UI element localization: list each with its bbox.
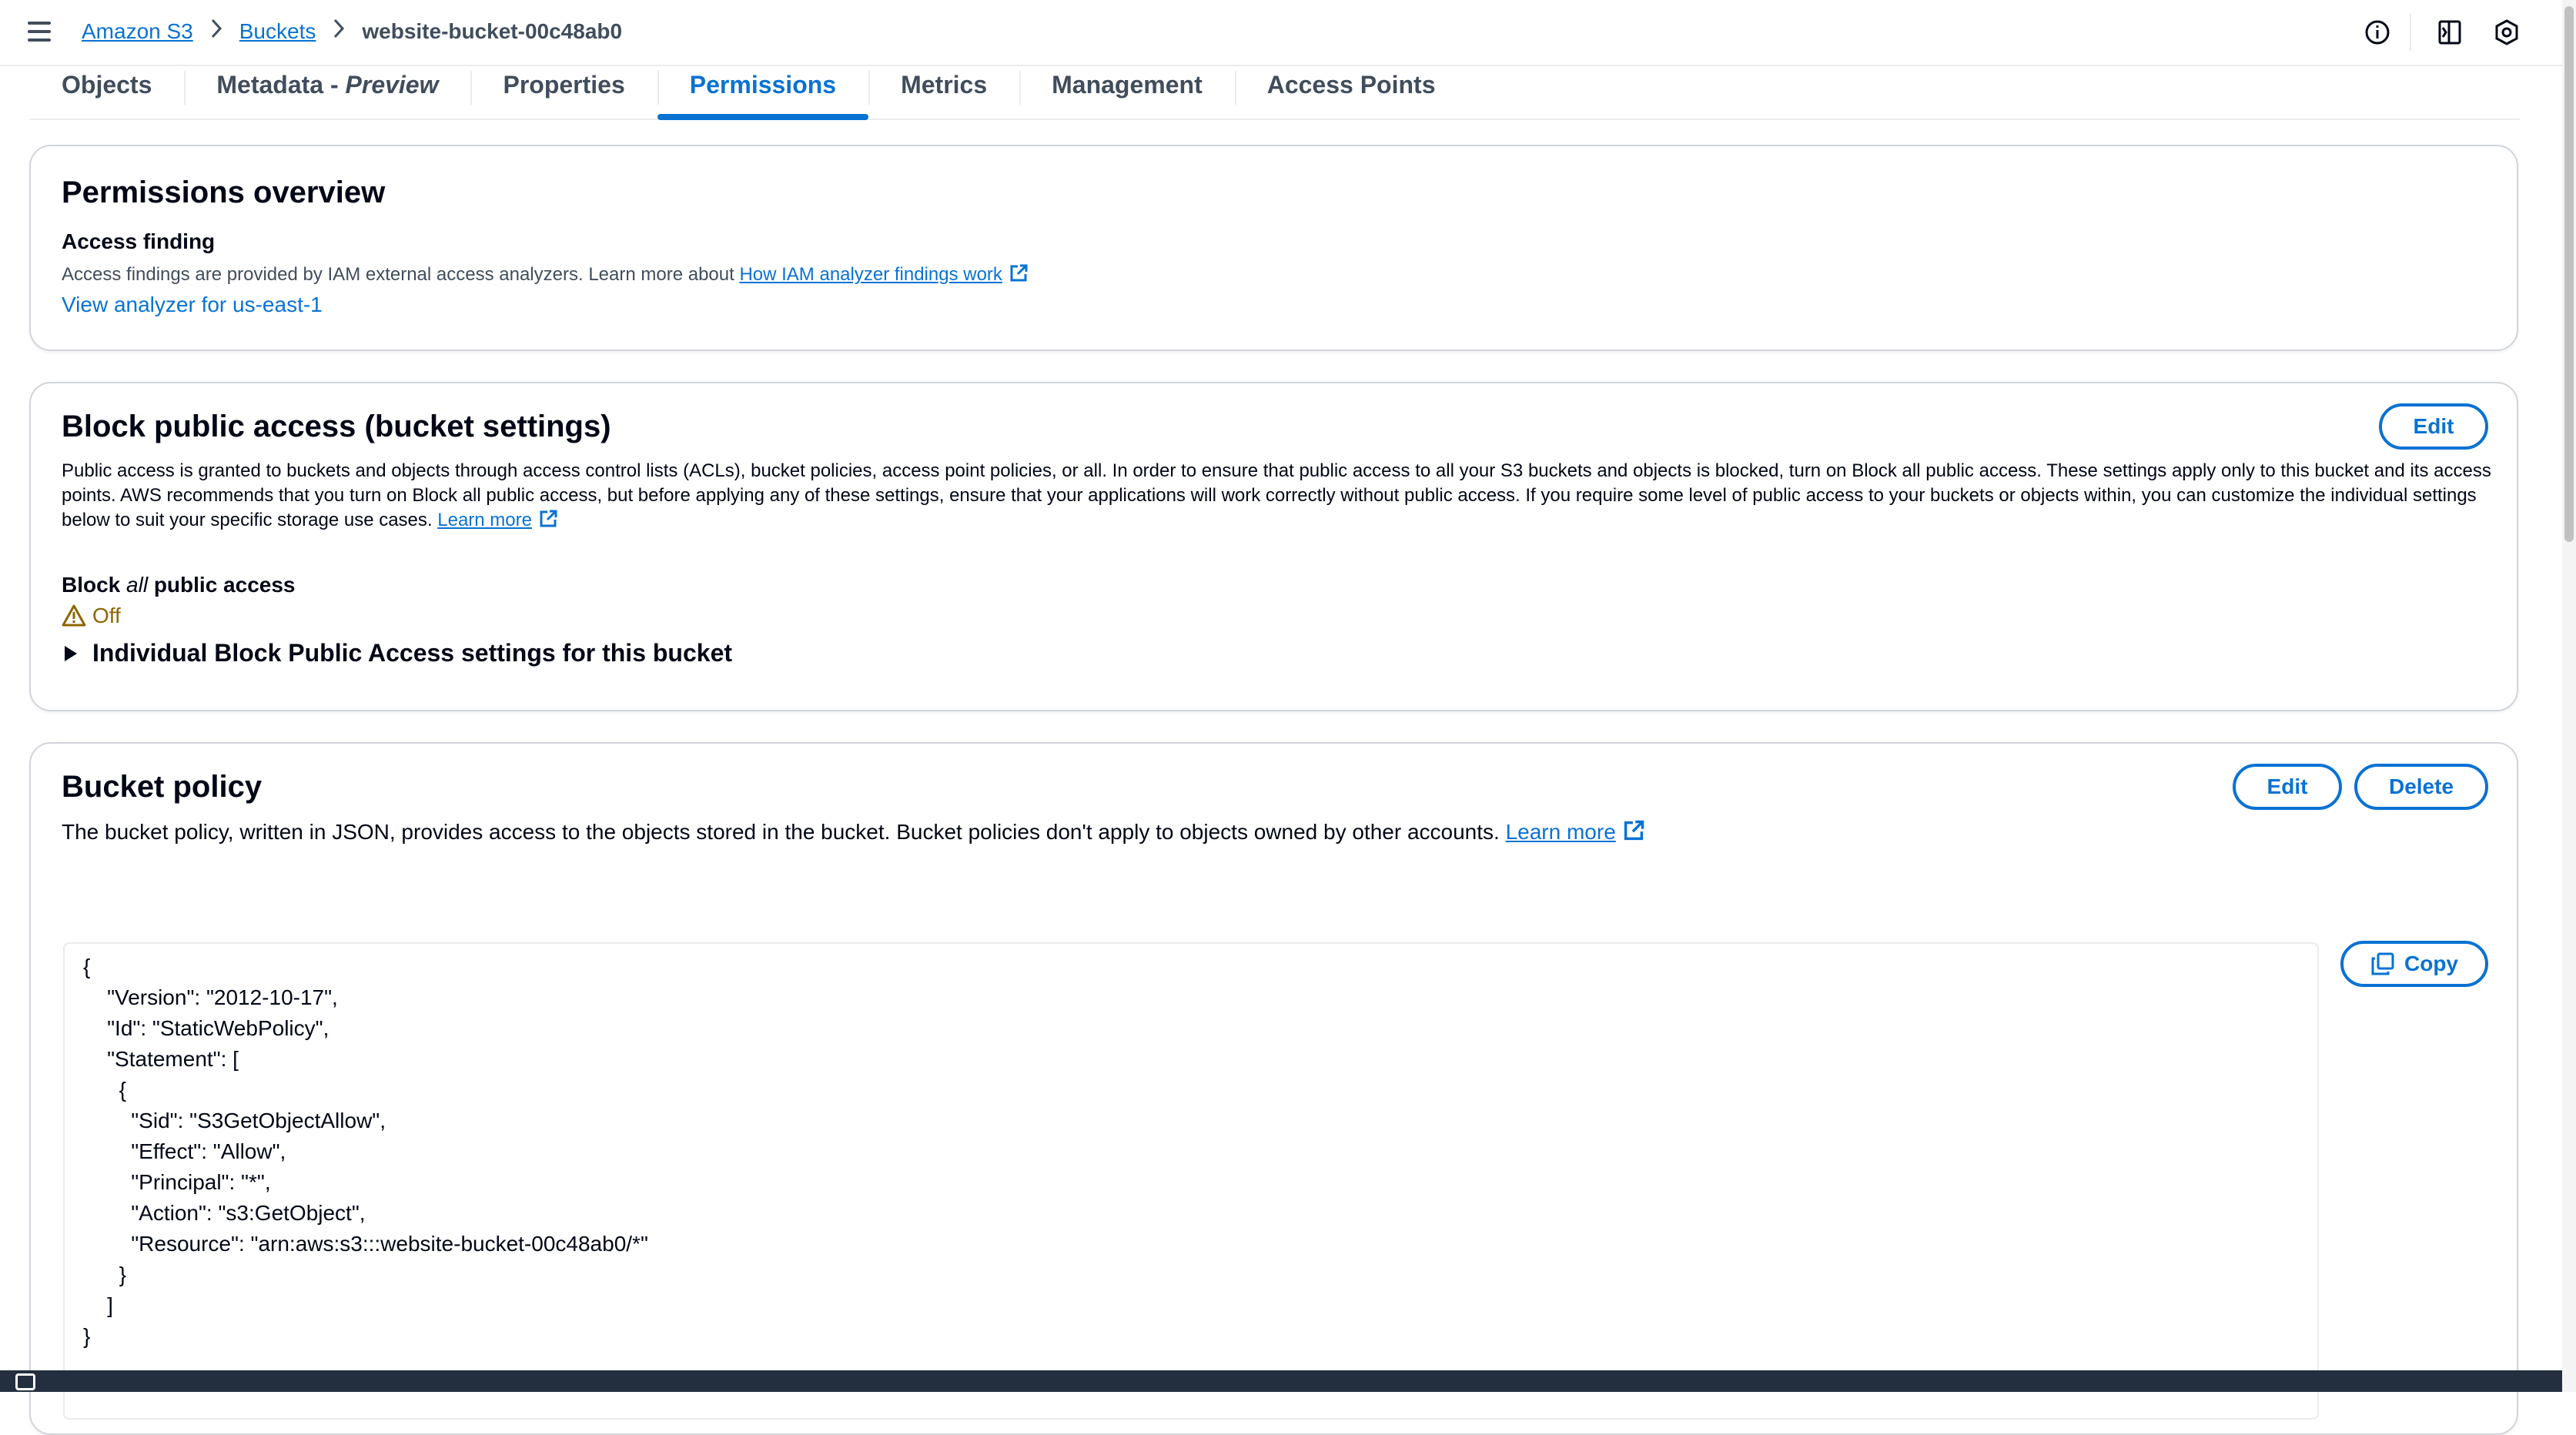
block-public-access-panel: Block public access (bucket settings) Ed… [29,382,2518,711]
tab-metadata[interactable]: Metadata - Preview [184,65,470,119]
copy-icon [2371,952,2394,975]
panel-title: Bucket policy [62,770,263,804]
caret-right-icon [65,645,77,661]
split-panel-icon[interactable] [2436,18,2464,46]
edit-button[interactable]: Edit [2233,764,2342,810]
block-public-access-description: Public access is granted to buckets and … [62,459,2502,533]
tab-label: Properties [503,71,625,99]
tab-label: Metadata - [216,71,346,99]
label-text: Block [62,573,127,597]
individual-settings-expander[interactable]: Individual Block Public Access settings … [62,639,732,667]
label-emphasis: all [126,573,149,597]
tab-permissions[interactable]: Permissions [657,65,869,120]
link-text: How IAM analyzer findings work [739,264,1002,285]
external-link-icon [540,510,557,527]
tab-label: Objects [62,71,152,99]
copy-button[interactable]: Copy [2340,941,2488,987]
label-text: public access [148,573,296,597]
tab-list: Objects Metadata - Preview Properties Pe… [29,65,2520,120]
warning-icon [62,604,86,627]
access-finding-label: Access finding [62,229,216,253]
tab-label: Access Points [1266,71,1436,99]
chevron-right-icon [333,18,345,44]
hamburger-menu-icon[interactable] [26,20,54,43]
console-footer [0,1370,2562,1392]
edit-button[interactable]: Edit [2379,403,2488,450]
tab-metrics[interactable]: Metrics [868,65,1019,119]
panel-title: Block public access (bucket settings) [62,410,611,443]
access-finding-description: Access findings are provided by IAM exte… [62,263,1029,286]
tab-label: Metrics [901,71,988,99]
status-text: Off [92,604,121,627]
block-all-public-access-label: Block all public access [62,573,295,597]
bucket-policy-description: The bucket policy, written in JSON, prov… [62,819,1645,845]
tab-management[interactable]: Management [1019,65,1235,119]
tab-properties[interactable]: Properties [470,65,657,119]
cloudshell-icon[interactable] [15,1373,35,1390]
tab-label: Permissions [689,71,837,99]
learn-more-link[interactable]: Learn more [1506,820,1645,844]
tab-label-suffix: Preview [345,71,439,99]
copy-label: Copy [2404,952,2458,975]
policy-json: { "Version": "2012-10-17", "Id": "Static… [83,955,648,1348]
learn-more-link[interactable]: Learn more [437,510,558,530]
breadcrumb: Amazon S3 Buckets website-bucket-00c48ab… [82,18,622,44]
scrollbar-thumb[interactable] [2564,6,2574,542]
permissions-overview-panel: Permissions overview Access finding Acce… [29,145,2518,351]
expander-label: Individual Block Public Access settings … [92,639,733,667]
view-analyzer-link[interactable]: View analyzer for us-east-1 [62,293,323,317]
delete-button[interactable]: Delete [2354,764,2488,810]
vertical-scrollbar[interactable] [2562,0,2576,1392]
breadcrumb-amazon-s3[interactable]: Amazon S3 [82,19,193,44]
link-text: Learn more [437,510,532,530]
tab-access-points[interactable]: Access Points [1234,65,1468,119]
chevron-right-icon [210,18,222,44]
iam-analyzer-link[interactable]: How IAM analyzer findings work [739,264,1028,285]
panel-title: Permissions overview [62,176,386,209]
breadcrumb-current: website-bucket-00c48ab0 [362,18,623,43]
external-link-icon [1624,820,1644,841]
tab-label: Management [1052,71,1203,99]
top-navigation-bar: Amazon S3 Buckets website-bucket-00c48ab… [0,0,2562,66]
info-icon[interactable] [2364,18,2391,46]
divider [2410,14,2411,51]
tab-objects[interactable]: Objects [29,65,184,119]
description-text: Public access is granted to buckets and … [62,460,2491,530]
status-indicator: Off [62,604,121,628]
external-link-icon [1010,264,1028,282]
settings-icon[interactable] [2493,18,2521,46]
bucket-policy-panel: Bucket policy Edit Delete The bucket pol… [29,742,2518,1435]
link-text: Learn more [1505,820,1616,844]
breadcrumb-buckets[interactable]: Buckets [239,19,316,44]
description-text: The bucket policy, written in JSON, prov… [62,820,1506,844]
policy-code-viewer: { "Version": "2012-10-17", "Id": "Static… [63,942,2319,1420]
description-text: Access findings are provided by IAM exte… [62,264,740,285]
